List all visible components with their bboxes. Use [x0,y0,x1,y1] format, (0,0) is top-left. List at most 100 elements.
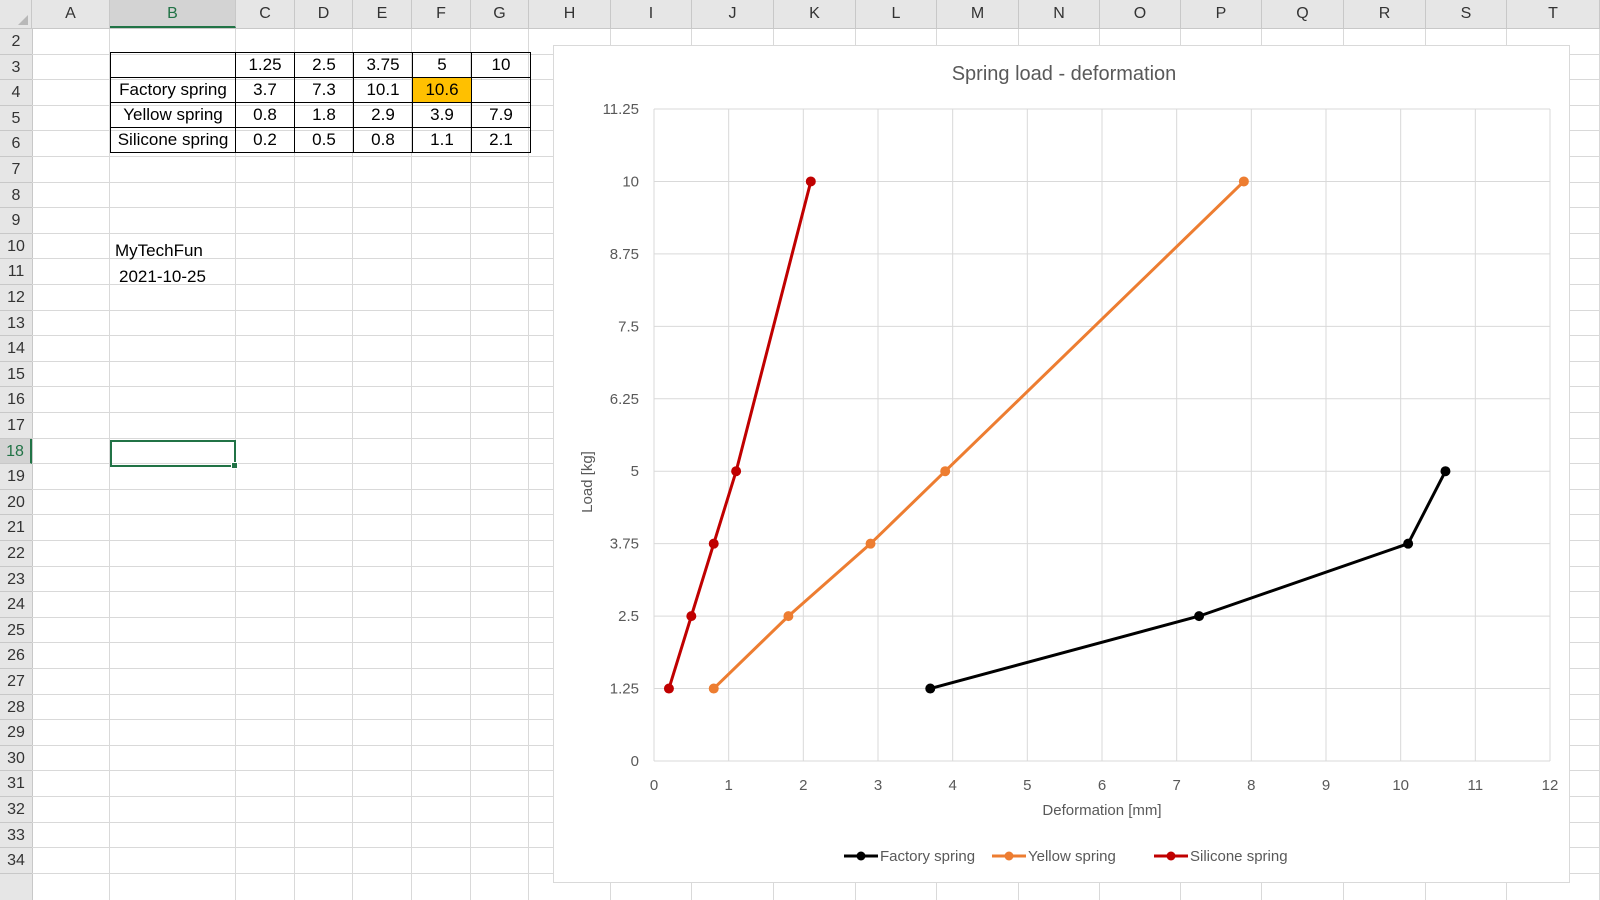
row-header-23[interactable]: 23 [0,567,32,593]
table-cell[interactable]: 7.9 [471,102,531,128]
table-cell[interactable]: 0.2 [235,127,295,153]
data-point [708,683,719,694]
table-cell[interactable]: 0.8 [235,102,295,128]
table-cell[interactable]: 10.1 [353,77,413,103]
row-header-19[interactable]: 19 [0,464,32,490]
row-header-7[interactable]: 7 [0,157,32,183]
row-header-22[interactable]: 22 [0,541,32,567]
row-header-24[interactable]: 24 [0,592,32,618]
row-header-13[interactable]: 13 [0,311,32,337]
x-tick-label: 8 [1247,777,1255,794]
column-header-o[interactable]: O [1100,0,1181,28]
x-tick-label: 10 [1392,777,1409,794]
table-cell[interactable]: 1.8 [294,102,354,128]
column-header-t[interactable]: T [1507,0,1600,28]
row-header-10[interactable]: 10 [0,234,32,260]
table-header-cell[interactable]: 2.5 [294,52,354,78]
highlighted-table-cell[interactable]: 10.6 [412,77,472,103]
table-header-cell[interactable]: 1.25 [235,52,295,78]
row-header-31[interactable]: 31 [0,771,32,797]
row-header-12[interactable]: 12 [0,285,32,311]
row-header-18[interactable]: 18 [0,438,32,465]
row-header-20[interactable]: 20 [0,490,32,516]
table-cell[interactable]: 2.1 [471,127,531,153]
column-header-a[interactable]: A [32,0,110,28]
x-tick-label: 2 [799,777,807,794]
row-header-11[interactable]: 11 [0,259,32,285]
row-header-2[interactable]: 2 [0,29,32,55]
table-cell[interactable]: 3.9 [412,102,472,128]
table-header-cell[interactable]: 5 [412,52,472,78]
table-cell[interactable]: 7.3 [294,77,354,103]
row-header-17[interactable]: 17 [0,413,32,439]
column-header-h[interactable]: H [529,0,611,28]
column-header-f[interactable]: F [412,0,471,28]
column-header-e[interactable]: E [353,0,412,28]
row-header-15[interactable]: 15 [0,362,32,388]
data-point [1403,538,1414,549]
column-header-p[interactable]: P [1181,0,1262,28]
row-header-3[interactable]: 3 [0,55,32,81]
table-header-cell[interactable] [110,52,236,78]
column-header-l[interactable]: L [856,0,937,28]
series-line [929,470,1447,691]
column-header-g[interactable]: G [471,0,529,28]
column-header-j[interactable]: J [692,0,774,28]
x-tick-label: 3 [874,777,882,794]
row-label-cell[interactable]: Factory spring [110,77,236,103]
column-header-s[interactable]: S [1426,0,1507,28]
row-header-25[interactable]: 25 [0,618,32,644]
row-header-4[interactable]: 4 [0,80,32,106]
row-header-28[interactable]: 28 [0,695,32,721]
y-tick-label: 11.25 [603,101,639,118]
row-header-14[interactable]: 14 [0,336,32,362]
row-header-21[interactable]: 21 [0,515,32,541]
column-header-b[interactable]: B [110,0,236,28]
data-point [925,683,936,694]
row-header-27[interactable]: 27 [0,669,32,695]
column-header-k[interactable]: K [774,0,856,28]
row-header-29[interactable]: 29 [0,720,32,746]
row-header-32[interactable]: 32 [0,797,32,823]
date-cell[interactable]: 2021-10-25 [119,267,206,287]
chart-container[interactable]: Spring load - deformation 0 1 2 3 4 5 6 7 8 9 10 11 1… [553,45,1570,883]
column-header-n[interactable]: N [1019,0,1100,28]
row-label-cell[interactable]: Silicone spring [110,127,236,153]
row-label-cell[interactable]: Yellow spring [110,102,236,128]
column-header-r[interactable]: R [1344,0,1426,28]
column-header-bar: ABCDEFGHIJKLMNOPQRST [0,0,1600,29]
y-tick-label: 6.25 [610,391,639,408]
x-axis-title: Deformation [mm] [1042,802,1161,819]
x-tick-label: 7 [1172,777,1180,794]
table-cell[interactable]: 3.7 [235,77,295,103]
table-cell[interactable] [471,77,531,103]
column-header-d[interactable]: D [295,0,353,28]
x-tick-label: 11 [1468,777,1484,794]
author-cell[interactable]: MyTechFun [115,241,203,261]
active-cell-selection[interactable] [110,440,238,469]
y-tick-label: 2.5 [618,608,639,625]
row-header-9[interactable]: 9 [0,208,32,234]
row-header-26[interactable]: 26 [0,643,32,669]
column-header-i[interactable]: I [611,0,692,28]
table-cell[interactable]: 0.5 [294,127,354,153]
row-header-6[interactable]: 6 [0,131,32,157]
row-header-5[interactable]: 5 [0,106,32,132]
select-all-corner[interactable] [0,0,32,28]
row-header-8[interactable]: 8 [0,183,32,209]
column-header-c[interactable]: C [236,0,295,28]
data-point [1238,176,1249,187]
row-header-34[interactable]: 34 [0,848,32,874]
row-header-33[interactable]: 33 [0,823,32,849]
table-cell[interactable]: 1.1 [412,127,472,153]
column-header-q[interactable]: Q [1262,0,1344,28]
table-header-cell[interactable]: 10 [471,52,531,78]
table-cell[interactable]: 2.9 [353,102,413,128]
table-cell[interactable]: 0.8 [353,127,413,153]
data-point [805,176,816,187]
row-header-30[interactable]: 30 [0,746,32,772]
row-header-16[interactable]: 16 [0,387,32,413]
table-header-cell[interactable]: 3.75 [353,52,413,78]
data-point [1440,466,1451,477]
column-header-m[interactable]: M [937,0,1019,28]
